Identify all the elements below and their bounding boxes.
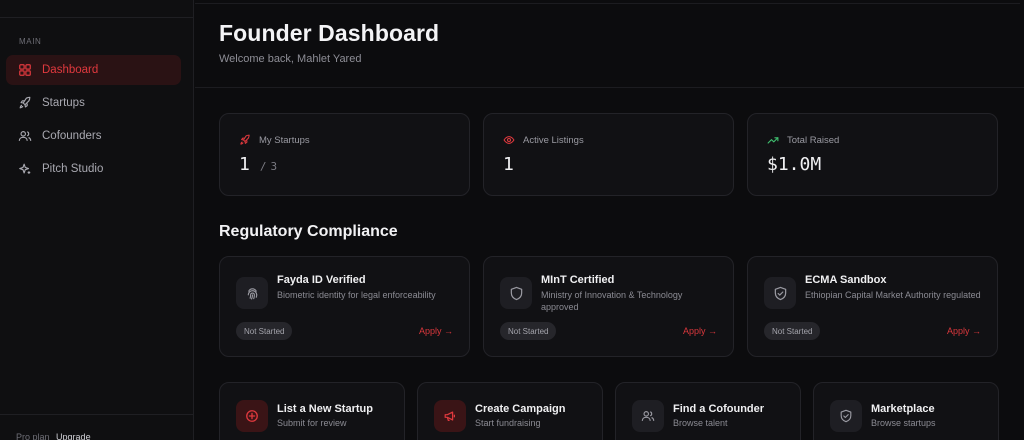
compliance-title: ECMA Sandbox [805, 274, 887, 286]
main-content: Founder Dashboard Welcome back, Mahlet Y… [195, 0, 1024, 440]
apply-link[interactable]: Apply → [683, 326, 717, 336]
page-title: Founder Dashboard [219, 20, 440, 46]
quick-action-list-startup[interactable]: List a New Startup Submit for review [219, 382, 405, 440]
quick-action-title: Marketplace [871, 403, 935, 415]
compliance-description: Ministry of Innovation & Technology appr… [541, 290, 683, 312]
grid-icon [18, 63, 32, 77]
sidebar-item-dashboard[interactable]: Dashboard [6, 55, 181, 85]
compliance-title: MInT Certified [541, 274, 615, 286]
apply-link[interactable]: Apply → [419, 326, 453, 336]
quick-action-marketplace[interactable]: Marketplace Browse startups [813, 382, 999, 440]
shield-icon [500, 277, 532, 309]
compliance-title: Fayda ID Verified [277, 274, 366, 286]
apply-link[interactable]: Apply → [947, 326, 981, 336]
stat-value-total: 3 [270, 160, 278, 173]
stat-label: Total Raised [767, 134, 839, 146]
sidebar-item-label: Startups [42, 97, 85, 109]
eye-icon [503, 134, 515, 146]
rocket-icon [239, 134, 251, 146]
compliance-card-ecma: ECMA Sandbox Ethiopian Capital Market Au… [747, 256, 998, 357]
sidebar-item-label: Dashboard [42, 64, 99, 76]
stat-value-number: 1 [239, 154, 250, 175]
quick-action-title: Find a Cofounder [673, 403, 765, 415]
stat-card-active-listings[interactable]: Active Listings 1 [483, 113, 734, 196]
quick-action-title: List a New Startup [277, 403, 373, 415]
stat-card-my-startups[interactable]: My Startups 1 /3 [219, 113, 470, 196]
users-icon [18, 129, 32, 143]
stat-label: My Startups [239, 134, 310, 146]
quick-action-description: Browse startups [871, 418, 936, 428]
stat-value-separator: / [259, 160, 267, 173]
quick-action-create-campaign[interactable]: Create Campaign Start fundraising [417, 382, 603, 440]
quick-action-description: Submit for review [277, 418, 347, 428]
upgrade-link[interactable]: Upgrade [56, 432, 91, 440]
sidebar-item-label: Cofounders [42, 130, 102, 142]
megaphone-icon [434, 400, 466, 432]
sidebar-item-cofounders[interactable]: Cofounders [6, 121, 181, 151]
status-badge: Not Started [764, 322, 821, 340]
sidebar-item-pitch-studio[interactable]: Pitch Studio [6, 154, 181, 184]
sidebar-divider [0, 414, 194, 415]
compliance-description: Ethiopian Capital Market Authority regul… [805, 290, 981, 300]
quick-action-description: Browse talent [673, 418, 728, 428]
sidebar-divider [0, 17, 194, 18]
stat-label-text: Active Listings [523, 134, 584, 146]
status-badge: Not Started [236, 322, 293, 340]
shield-check-icon [830, 400, 862, 432]
sidebar-nav: Dashboard Startups Cofounders Pitch Stud… [6, 55, 181, 187]
stat-label-text: Total Raised [787, 134, 840, 146]
sparkles-icon [18, 162, 32, 176]
sidebar-item-label: Pitch Studio [42, 163, 104, 175]
top-divider [195, 3, 1020, 4]
page-header: Founder Dashboard Welcome back, Mahlet Y… [219, 20, 439, 65]
quick-action-find-cofounder[interactable]: Find a Cofounder Browse talent [615, 382, 801, 440]
header-divider [195, 87, 1024, 88]
rocket-icon [18, 96, 32, 110]
page-subtitle: Welcome back, Mahlet Yared [219, 53, 362, 65]
stat-card-total-raised[interactable]: Total Raised $1.0M [747, 113, 998, 196]
status-badge: Not Started [500, 322, 557, 340]
sidebar-section-label: MAIN [19, 37, 42, 46]
stat-label: Active Listings [503, 134, 584, 146]
compliance-description: Biometric identity for legal enforceabil… [277, 290, 436, 300]
plan-label: Pro plan [16, 432, 50, 440]
stat-value: 1 /3 [239, 154, 277, 175]
users-icon [632, 400, 664, 432]
sidebar: MAIN Dashboard Startups Cofounders Pitch… [0, 0, 194, 440]
stat-label-text: My Startups [259, 134, 310, 146]
section-title: Regulatory Compliance [219, 223, 398, 240]
quick-action-title: Create Campaign [475, 403, 566, 415]
trending-up-icon [767, 134, 779, 146]
sidebar-item-startups[interactable]: Startups [6, 88, 181, 118]
stat-value: $1.0M [767, 154, 822, 175]
quick-action-description: Start fundraising [475, 418, 541, 428]
compliance-card-fayda: Fayda ID Verified Biometric identity for… [219, 256, 470, 357]
shield-check-icon [764, 277, 796, 309]
plus-circle-icon [236, 400, 268, 432]
fingerprint-icon [236, 277, 268, 309]
compliance-card-mint: MInT Certified Ministry of Innovation & … [483, 256, 734, 357]
plan-row: Pro plan Upgrade [16, 432, 91, 440]
stat-value: 1 [503, 154, 514, 175]
